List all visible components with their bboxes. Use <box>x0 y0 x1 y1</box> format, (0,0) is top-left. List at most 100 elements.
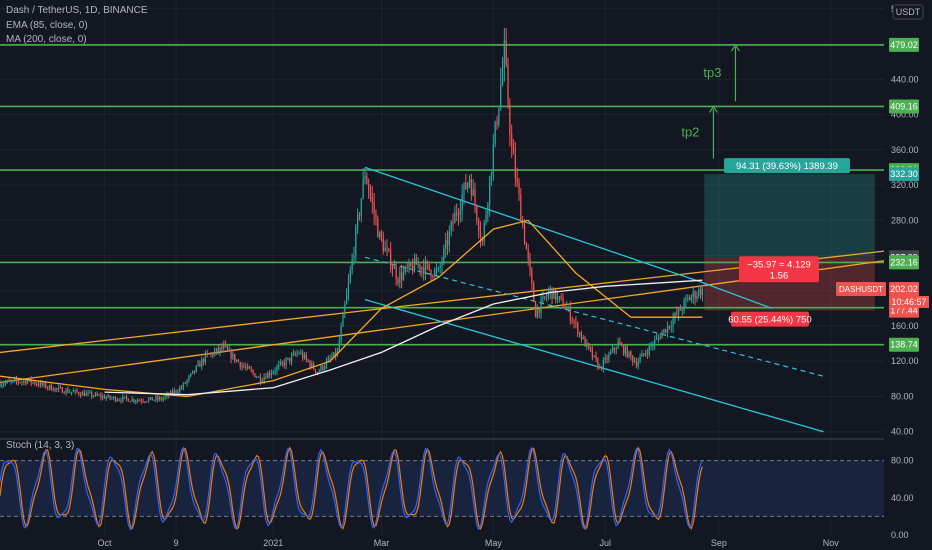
candle-body <box>113 397 115 399</box>
candle-body <box>215 348 218 352</box>
candle-body <box>311 363 313 367</box>
candle-body <box>648 345 650 355</box>
candle-body <box>688 297 691 301</box>
candle-body <box>555 288 557 301</box>
candle-body <box>37 384 40 386</box>
candle-body <box>599 366 601 369</box>
legend-ma[interactable]: MA (200, close, 0) <box>6 34 87 45</box>
candle-body <box>578 332 581 334</box>
candle-body <box>191 370 194 374</box>
candle-body <box>109 395 111 399</box>
candle-body <box>533 283 535 302</box>
candle-body <box>489 176 491 205</box>
candle-body <box>430 269 432 277</box>
candle-body <box>287 357 289 360</box>
candle-body <box>241 365 243 368</box>
tp2-label[interactable]: tp2 <box>681 125 699 140</box>
stoch-tick-label: 0.00 <box>891 530 909 540</box>
chart-canvas[interactable]: tp2 tp3 40.0080.00120.00160.00200.00240.0… <box>0 0 932 550</box>
legend-symbol[interactable]: Dash / TetherUS, 1D, BINANCE <box>6 5 148 16</box>
candle-body <box>621 344 623 346</box>
candle-body <box>490 172 493 177</box>
candle-body <box>435 269 438 271</box>
candle-body <box>523 224 526 243</box>
candle-body <box>279 362 282 365</box>
candle-body <box>12 380 14 382</box>
candle-body <box>94 393 97 396</box>
candle-body <box>356 214 359 228</box>
candle-body <box>301 352 304 359</box>
candle-body <box>78 392 80 395</box>
candle-body <box>300 352 302 354</box>
price-tick-label: 40.00 <box>891 427 914 437</box>
candle-body <box>206 353 208 355</box>
candle-body <box>652 345 654 347</box>
candle-body <box>157 397 159 400</box>
legend-stoch[interactable]: Stoch (14, 3, 3) <box>6 440 74 451</box>
candle-body <box>0 383 1 387</box>
price-tick-label: 320.00 <box>891 180 919 190</box>
candle-body <box>674 313 676 319</box>
time-tick-label: 2021 <box>263 538 283 548</box>
time-tick-label: Oct <box>98 538 113 548</box>
candle-body <box>472 189 474 196</box>
candle-body <box>588 343 590 347</box>
candle-body <box>626 347 628 358</box>
candle-body <box>69 392 71 394</box>
candle-body <box>639 357 641 362</box>
candle-body <box>525 242 528 250</box>
candle-body <box>290 355 293 362</box>
candle-body <box>118 400 120 402</box>
candle-body <box>388 248 390 251</box>
price-axis[interactable]: 40.0080.00120.00160.00200.00240.00280.00… <box>886 0 932 550</box>
candle-body <box>672 318 674 327</box>
candle-body <box>516 178 518 183</box>
candle-body <box>355 227 357 256</box>
candle-body <box>571 320 573 322</box>
candle-body <box>619 341 621 345</box>
candle-body <box>294 353 296 355</box>
candle-body <box>589 346 592 350</box>
candle-body <box>643 353 645 355</box>
candle-body <box>600 366 603 369</box>
candle-body <box>679 307 682 311</box>
candle-body <box>289 357 291 362</box>
candle-body <box>654 339 656 346</box>
candle-body <box>133 399 135 402</box>
candle-body <box>124 396 126 398</box>
candle-body <box>367 183 370 191</box>
candle-body <box>26 380 29 384</box>
candle-body <box>534 301 537 318</box>
candle-body <box>670 326 672 328</box>
candle-body <box>274 370 276 372</box>
candle-body <box>316 372 318 374</box>
candle-body <box>329 358 331 360</box>
candle-body <box>171 391 174 394</box>
candle-body <box>193 370 196 372</box>
candle-body <box>692 291 694 297</box>
candle-body <box>129 401 131 403</box>
legend-ema[interactable]: EMA (85, close, 0) <box>6 20 88 31</box>
candle-body <box>415 258 417 265</box>
candle-body <box>142 401 144 403</box>
candle-body <box>81 392 84 396</box>
tp3-label[interactable]: tp3 <box>703 65 721 80</box>
candle-body <box>74 390 76 392</box>
candle-body <box>344 304 346 314</box>
candle-body <box>467 182 469 189</box>
candle-body <box>659 336 661 339</box>
candle-body <box>382 239 384 252</box>
target-zone <box>704 174 875 258</box>
candle-body <box>531 270 533 284</box>
price-tag-text: 409.16 <box>890 101 918 111</box>
candle-body <box>582 336 584 339</box>
candle-body <box>432 276 434 278</box>
stoch-tick-label: 40.00 <box>891 493 914 503</box>
candle-body <box>347 281 350 294</box>
candle-body <box>25 380 27 384</box>
candle-body <box>412 265 414 272</box>
candle-body <box>4 382 7 384</box>
candle-body <box>404 266 406 272</box>
candle-body <box>87 392 89 394</box>
candle-body <box>36 384 38 386</box>
